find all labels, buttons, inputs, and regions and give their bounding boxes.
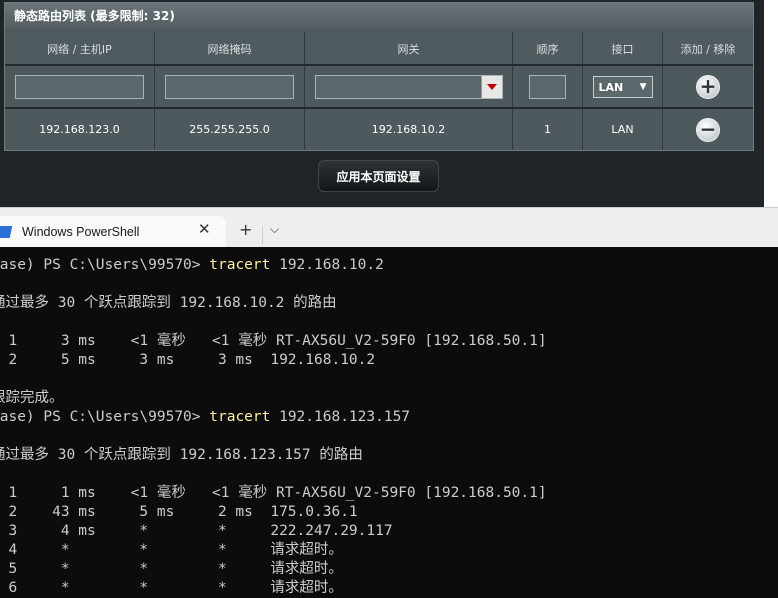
metric-input[interactable] <box>529 75 566 99</box>
tab-windows-powershell[interactable]: Windows PowerShell ✕ <box>0 216 226 248</box>
row-interface: LAN <box>583 109 663 150</box>
header-metric: 顺序 <box>513 32 583 65</box>
table-title: 静态路由列表 (最多限制: 32) <box>5 3 753 30</box>
table-header-row: 网络 / 主机IP 网络掩码 网关 顺序 接口 添加 / 移除 <box>5 32 753 65</box>
gateway-dropdown-button[interactable] <box>480 76 502 98</box>
new-route-input-row: LAN ▼ + <box>5 66 753 108</box>
network-cell <box>5 66 155 108</box>
prompt: base) PS C:\Users\99570> <box>0 257 210 273</box>
row-gateway: 192.168.10.2 <box>305 109 513 150</box>
prompt-line: base) PS C:\Users\99570> tracert 192.168… <box>0 256 384 275</box>
output-line: 通过最多 30 个跃点跟踪到 192.168.123.157 的路由 <box>0 447 363 463</box>
new-tab-icon[interactable]: + <box>239 220 252 239</box>
command-args: 192.168.10.2 <box>270 257 384 273</box>
prompt: base) PS C:\Users\99570> <box>0 409 210 425</box>
router-static-route-section: 静态路由列表 (最多限制: 32) 网络 / 主机IP 网络掩码 网关 顺序 接… <box>0 0 778 207</box>
output-line: 1 3 ms <1 毫秒 <1 毫秒 RT-AX56U_V2-59F0 [192… <box>0 333 547 349</box>
close-icon[interactable]: ✕ <box>198 220 211 238</box>
output-line: 3 4 ms * * 222.247.29.117 <box>0 523 393 539</box>
interface-cell: LAN ▼ <box>583 66 663 108</box>
header-interface: 接口 <box>583 32 663 65</box>
plus-circle-icon[interactable]: + <box>696 75 720 99</box>
dropdown-arrow-icon <box>486 84 497 90</box>
table-row: 192.168.123.0 255.255.255.0 192.168.10.2… <box>5 109 753 150</box>
metric-cell <box>513 66 583 108</box>
remove-cell: − <box>663 109 753 150</box>
add-cell: + <box>663 66 753 108</box>
output-line: 6 * * * 请求超时。 <box>0 580 343 596</box>
output-line: 2 43 ms 5 ms 2 ms 175.0.36.1 <box>0 504 358 520</box>
apply-settings-button[interactable]: 应用本页面设置 <box>318 160 439 192</box>
output-line: 跟踪完成。 <box>0 390 64 406</box>
output-line: 4 * * * 请求超时。 <box>0 542 343 558</box>
header-add-remove: 添加 / 移除 <box>680 42 736 56</box>
static-route-table: 静态路由列表 (最多限制: 32) 网络 / 主机IP 网络掩码 网关 顺序 接… <box>4 2 754 151</box>
chevron-down-icon: ▼ <box>639 82 647 92</box>
powershell-icon <box>0 226 13 238</box>
page-edge <box>764 0 778 207</box>
output-line: 1 1 ms <1 毫秒 <1 毫秒 RT-AX56U_V2-59F0 [192… <box>0 485 547 501</box>
gateway-combobox[interactable] <box>314 75 503 99</box>
row-netmask: 255.255.255.0 <box>155 109 305 150</box>
minus-circle-icon[interactable]: − <box>696 117 720 142</box>
netmask-input[interactable] <box>165 75 294 99</box>
interface-select[interactable]: LAN ▼ <box>592 76 653 98</box>
netmask-cell <box>155 66 305 108</box>
divider <box>262 226 263 244</box>
command: tracert <box>209 409 271 425</box>
output-line: 2 5 ms 3 ms 3 ms 192.168.10.2 <box>0 352 376 368</box>
terminal-output[interactable]: base) PS C:\Users\99570> tracert 192.168… <box>0 247 778 596</box>
output-line: 5 * * * 请求超时。 <box>0 561 343 577</box>
chevron-down-icon[interactable]: ⌵ <box>270 222 279 237</box>
header-netmask: 网络掩码 <box>155 32 305 65</box>
row-metric: 1 <box>513 109 583 150</box>
header-gateway: 网关 <box>305 32 513 65</box>
prompt-line: base) PS C:\Users\99570> tracert 192.168… <box>0 408 410 427</box>
interface-select-value: LAN <box>598 80 624 94</box>
terminal-tab-bar: Windows PowerShell ✕ + ⌵ <box>0 207 778 248</box>
network-input[interactable] <box>15 75 144 99</box>
tab-title: Windows PowerShell <box>22 225 140 239</box>
row-network: 192.168.123.0 <box>5 109 155 150</box>
gateway-cell <box>305 66 513 108</box>
output-line: 通过最多 30 个跃点跟踪到 192.168.10.2 的路由 <box>0 295 337 311</box>
command: tracert <box>209 257 271 273</box>
header-network: 网络 / 主机IP <box>5 32 155 65</box>
command-args: 192.168.123.157 <box>270 409 411 425</box>
